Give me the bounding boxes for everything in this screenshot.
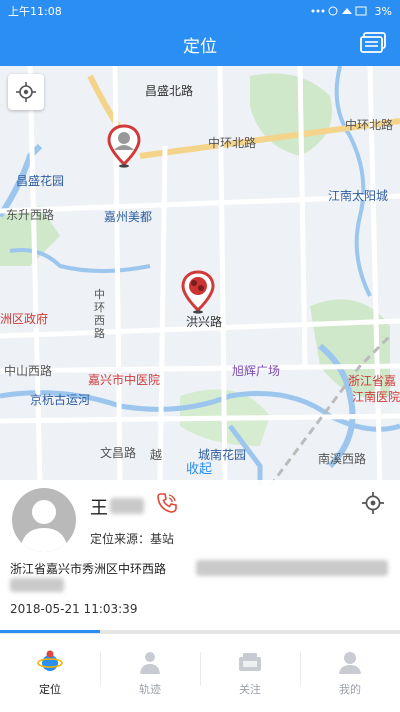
map-label: 中环北路 [345, 118, 394, 132]
map-label: 南溪西路 [318, 452, 367, 466]
profile-icon [339, 652, 361, 674]
bottom-tab-bar: 定位 轨迹 关注 我的 [0, 633, 400, 712]
map-label: 中环北路 [208, 136, 257, 150]
battery-percent: 3% [374, 4, 392, 18]
tab-label: 我的 [339, 683, 361, 696]
tab-track[interactable]: 轨迹 [100, 634, 200, 712]
header: 定位 [0, 22, 400, 66]
location-address: 浙江省嘉兴市秀洲区中环西路 [10, 562, 167, 576]
status-time: 上午11:08 [8, 5, 62, 18]
phone-icon[interactable] [156, 492, 178, 514]
message-list-icon[interactable] [360, 32, 386, 54]
map-label: 京杭古运河 [30, 393, 91, 407]
tab-label: 定位 [39, 683, 61, 696]
collapse-button[interactable]: 收起 [186, 458, 212, 477]
map-label: 昌盛花园 [16, 174, 65, 188]
redacted-address [10, 578, 64, 592]
map-label: 中环西路 [94, 288, 105, 340]
location-timestamp: 2018-05-21 11:03:39 [10, 602, 138, 616]
tab-location[interactable]: 定位 [0, 634, 100, 712]
location-pin-icon[interactable] [107, 124, 141, 168]
status-icons [311, 6, 367, 16]
tab-label: 轨迹 [139, 683, 161, 696]
location-globe-icon [37, 650, 63, 671]
redacted-name [110, 498, 144, 514]
location-source: 定位来源：基站 [90, 532, 175, 546]
track-person-icon [140, 652, 160, 674]
location-pin-icon[interactable] [181, 270, 215, 314]
redacted-address [196, 560, 388, 576]
map-label: 旭辉广场 [232, 364, 281, 378]
map-label: 东升西路 [6, 208, 55, 222]
avatar [12, 488, 76, 552]
follow-icon [239, 653, 261, 671]
map-label: 嘉兴市中医院 [88, 373, 161, 387]
map-label: 江南太阳城 [328, 189, 389, 203]
map-label: 文昌路 [100, 446, 137, 460]
map-label: 昌盛北路 [145, 84, 194, 98]
map-label: 洲区政府 [0, 312, 49, 326]
map-label: 浙江省嘉 [348, 374, 397, 388]
my-location-button[interactable] [8, 74, 44, 110]
status-bar: 上午11:08 3% [0, 0, 400, 22]
map-label: 中山西路 [4, 364, 53, 378]
crosshair-icon [16, 82, 36, 102]
map-label: 嘉州美都 [104, 210, 153, 224]
tab-follow[interactable]: 关注 [200, 634, 300, 712]
locate-target-icon[interactable] [362, 492, 384, 514]
map-view[interactable]: 昌盛北路 中环北路 中环北路 江南太阳城 昌盛花园 东升西路 嘉州美都 洲区政府… [0, 66, 400, 486]
map-label: 越 [150, 448, 163, 462]
location-info-panel: 王 定位来源：基站 浙江省嘉兴市秀洲区中环西路 2018-05-21 11:03… [0, 480, 400, 630]
tab-profile[interactable]: 我的 [300, 634, 400, 712]
default-avatar-icon [20, 500, 68, 552]
tab-label: 关注 [239, 683, 261, 696]
map-label: 江南医院 [352, 390, 400, 404]
map-label: 洪兴路 [186, 315, 223, 329]
page-title: 定位 [183, 36, 217, 57]
contact-name: 王 [90, 498, 108, 519]
